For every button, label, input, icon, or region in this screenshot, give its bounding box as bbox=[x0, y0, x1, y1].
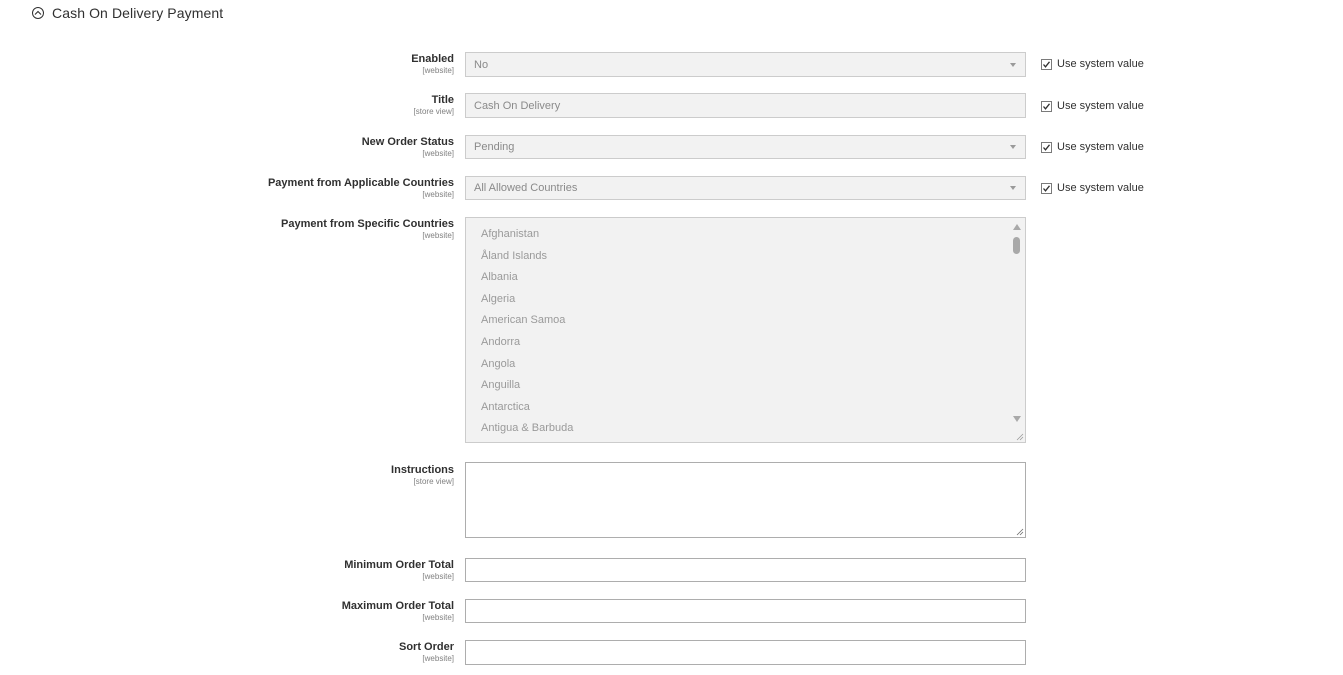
checkbox-checked-icon[interactable] bbox=[1041, 58, 1052, 70]
country-option[interactable]: Andorra bbox=[481, 332, 573, 354]
use-system-label: Use system value bbox=[1057, 58, 1144, 70]
use-system-label: Use system value bbox=[1057, 141, 1144, 153]
label-text: Instructions bbox=[391, 464, 454, 476]
field-label-instructions: Instructions [store view] bbox=[154, 464, 454, 487]
specific-countries-multiselect[interactable]: Afghanistan Åland Islands Albania Algeri… bbox=[465, 217, 1026, 443]
scrollbar-thumb[interactable] bbox=[1013, 237, 1020, 254]
select-arrow-icon bbox=[1010, 186, 1016, 190]
scope-text: [website] bbox=[422, 149, 454, 158]
country-option[interactable]: Antarctica bbox=[481, 397, 573, 419]
min-order-total-input[interactable] bbox=[465, 558, 1026, 582]
label-text: New Order Status bbox=[361, 136, 454, 148]
country-option[interactable]: Algeria bbox=[481, 289, 573, 311]
scroll-down-arrow-icon[interactable] bbox=[1013, 416, 1021, 422]
scope-text: [website] bbox=[422, 231, 454, 240]
label-text: Minimum Order Total bbox=[344, 559, 454, 571]
applicable-countries-value: All Allowed Countries bbox=[474, 182, 578, 194]
country-options-list: Afghanistan Åland Islands Albania Algeri… bbox=[481, 224, 573, 440]
field-label-new-order-status: New Order Status [website] bbox=[154, 136, 454, 159]
label-text: Enabled bbox=[411, 53, 454, 65]
enabled-select-value: No bbox=[474, 58, 489, 71]
resize-grip-icon[interactable] bbox=[1016, 433, 1024, 441]
select-arrow-icon bbox=[1010, 62, 1016, 67]
scope-text: [website] bbox=[422, 654, 454, 663]
label-text: Payment from Specific Countries bbox=[281, 218, 454, 230]
label-text: Sort Order bbox=[398, 641, 454, 653]
select-arrow-icon bbox=[1010, 145, 1016, 149]
label-text: Payment from Applicable Countries bbox=[267, 177, 454, 189]
country-option[interactable]: Afghanistan bbox=[481, 224, 573, 246]
scope-text: [store view] bbox=[413, 477, 454, 486]
scope-text: [website] bbox=[422, 613, 454, 622]
checkbox-checked-icon[interactable] bbox=[1041, 182, 1052, 194]
chevron-up-circle-icon bbox=[32, 7, 44, 19]
applicable-countries-select[interactable]: All Allowed Countries bbox=[465, 176, 1026, 200]
country-option[interactable]: Anguilla bbox=[481, 375, 573, 397]
label-text: Maximum Order Total bbox=[341, 600, 454, 612]
enabled-select[interactable]: No bbox=[465, 52, 1026, 77]
country-option[interactable]: Antigua & Barbuda bbox=[481, 418, 573, 440]
field-label-applicable-countries: Payment from Applicable Countries [websi… bbox=[154, 177, 454, 200]
instructions-textarea[interactable] bbox=[465, 462, 1026, 538]
scope-text: [website] bbox=[422, 66, 454, 75]
field-label-specific-countries: Payment from Specific Countries [website… bbox=[154, 218, 454, 241]
country-option[interactable]: Albania bbox=[481, 267, 573, 289]
field-label-max-order-total: Maximum Order Total [website] bbox=[154, 600, 454, 623]
country-option[interactable]: Åland Islands bbox=[481, 246, 573, 268]
sort-order-input[interactable] bbox=[465, 640, 1026, 665]
resize-grip-icon[interactable] bbox=[1016, 528, 1024, 536]
scope-text: [website] bbox=[422, 572, 454, 581]
title-use-system-checkbox[interactable]: Use system value bbox=[1041, 100, 1144, 112]
scope-text: [website] bbox=[422, 190, 454, 199]
max-order-total-input[interactable] bbox=[465, 599, 1026, 623]
scope-text: [store view] bbox=[413, 107, 454, 116]
new-order-status-use-system-checkbox[interactable]: Use system value bbox=[1041, 141, 1144, 153]
title-input-value: Cash On Delivery bbox=[474, 99, 561, 112]
section-title: Cash On Delivery Payment bbox=[52, 5, 224, 21]
label-text: Title bbox=[431, 94, 454, 106]
scroll-up-arrow-icon[interactable] bbox=[1013, 224, 1021, 230]
field-label-min-order-total: Minimum Order Total [website] bbox=[154, 559, 454, 582]
use-system-label: Use system value bbox=[1057, 182, 1144, 194]
checkbox-checked-icon[interactable] bbox=[1041, 141, 1052, 153]
field-label-enabled: Enabled [website] bbox=[154, 53, 454, 76]
country-option[interactable]: Angola bbox=[481, 354, 573, 376]
new-order-status-value: Pending bbox=[474, 141, 515, 153]
section-header-cash-on-delivery[interactable]: Cash On Delivery Payment bbox=[32, 4, 223, 22]
enabled-use-system-checkbox[interactable]: Use system value bbox=[1041, 58, 1144, 70]
use-system-label: Use system value bbox=[1057, 100, 1144, 112]
new-order-status-select[interactable]: Pending bbox=[465, 135, 1026, 159]
field-label-sort-order: Sort Order [website] bbox=[154, 641, 454, 664]
checkbox-checked-icon[interactable] bbox=[1041, 100, 1052, 112]
applicable-countries-use-system-checkbox[interactable]: Use system value bbox=[1041, 182, 1144, 194]
country-option[interactable]: American Samoa bbox=[481, 310, 573, 332]
multiselect-scrollbar[interactable] bbox=[1010, 219, 1024, 441]
title-input[interactable]: Cash On Delivery bbox=[465, 93, 1026, 118]
field-label-title: Title [store view] bbox=[154, 94, 454, 117]
